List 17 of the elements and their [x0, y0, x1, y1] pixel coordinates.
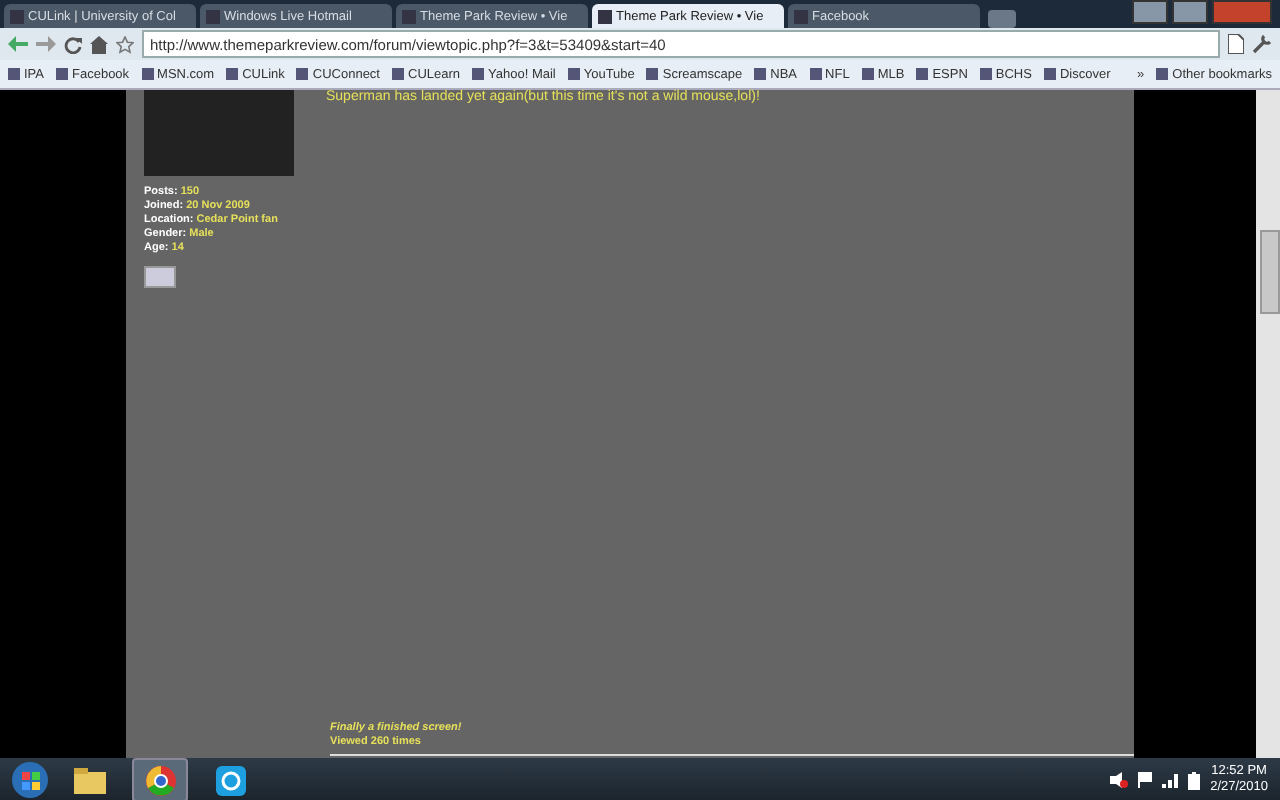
close-button[interactable] [1212, 0, 1272, 24]
reload-icon[interactable] [64, 35, 82, 53]
star-icon[interactable] [116, 35, 134, 53]
minimize-button[interactable] [1132, 0, 1168, 24]
browser-icon [145, 765, 175, 795]
scrollbar[interactable] [1256, 90, 1280, 758]
chat-icon [215, 765, 245, 795]
battery-icon[interactable] [1188, 771, 1201, 789]
signal-icon[interactable] [1162, 773, 1179, 787]
maximize-button[interactable] [1172, 0, 1208, 24]
home-icon[interactable] [90, 35, 108, 53]
speaker-icon[interactable] [1110, 772, 1129, 788]
start-button[interactable] [12, 762, 48, 798]
page-icon[interactable] [1228, 34, 1244, 54]
wrench-icon[interactable] [1252, 34, 1272, 54]
flag-icon[interactable] [1138, 772, 1153, 788]
folder-icon [74, 767, 106, 793]
